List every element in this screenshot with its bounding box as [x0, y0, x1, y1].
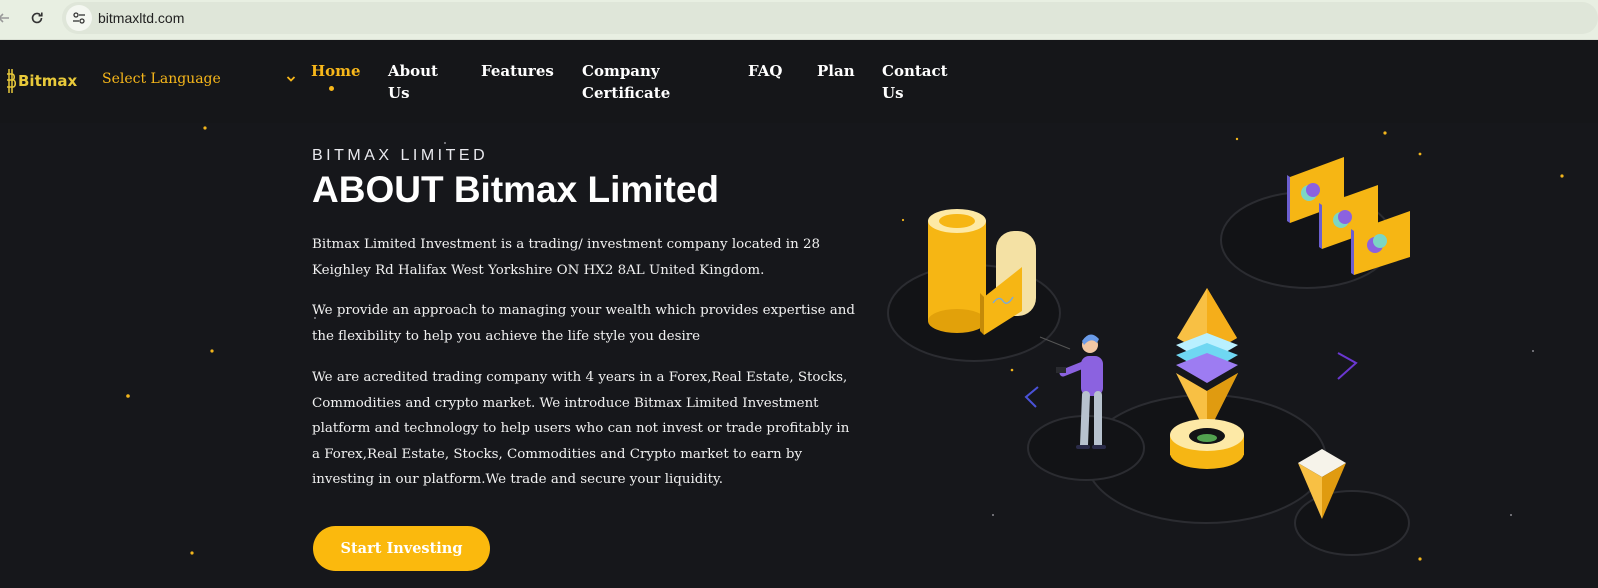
crypto-illustration [887, 157, 1410, 556]
arrow-left-icon [0, 13, 9, 23]
active-indicator-dot [329, 86, 334, 91]
start-investing-button[interactable]: Start Investing [313, 526, 490, 571]
about-paragraph-approach: We provide an approach to managing your … [312, 303, 855, 344]
back-button[interactable] [0, 6, 16, 30]
tune-icon [73, 12, 85, 24]
browser-toolbar: bitmaxltd.com [0, 0, 1598, 40]
nav-features[interactable]: Features [481, 60, 554, 82]
reload-button[interactable] [25, 6, 49, 30]
reload-icon [31, 12, 43, 24]
logo[interactable]: Bitmax [6, 66, 77, 96]
chevron-right-accent-icon [1337, 352, 1358, 380]
logo-text: Bitmax [18, 72, 78, 90]
site-header: Bitmax Select Language Home About Us Fea… [0, 40, 1598, 123]
site-info-button[interactable] [66, 5, 92, 31]
section-eyebrow: BITMAX LIMITED [312, 147, 489, 164]
nav-contact-us[interactable]: Contact Us [882, 60, 948, 104]
bitcoin-logo-icon [7, 69, 16, 93]
ethereum-icon [1170, 288, 1244, 469]
nav-company-certificate[interactable]: Company Certificate [582, 60, 702, 104]
chevron-down-icon [286, 76, 296, 82]
chevron-left-accent-icon [1024, 386, 1039, 408]
about-paragraph-experience: We are acredited trading company with 4 … [312, 370, 850, 487]
about-paragraph-location: Bitmax Limited Investment is a trading/ … [312, 237, 821, 278]
nav-plan[interactable]: Plan [817, 60, 855, 82]
nav-about-us[interactable]: About Us [388, 60, 448, 104]
nav-home[interactable]: Home [311, 60, 361, 82]
address-bar[interactable]: bitmaxltd.com [62, 2, 1598, 34]
language-select[interactable]: Select Language [102, 71, 296, 87]
page-title: ABOUT Bitmax Limited [312, 169, 720, 210]
nav-faq[interactable]: FAQ [748, 60, 782, 82]
url-text: bitmaxltd.com [98, 10, 185, 26]
language-select-label: Select Language [102, 71, 221, 87]
